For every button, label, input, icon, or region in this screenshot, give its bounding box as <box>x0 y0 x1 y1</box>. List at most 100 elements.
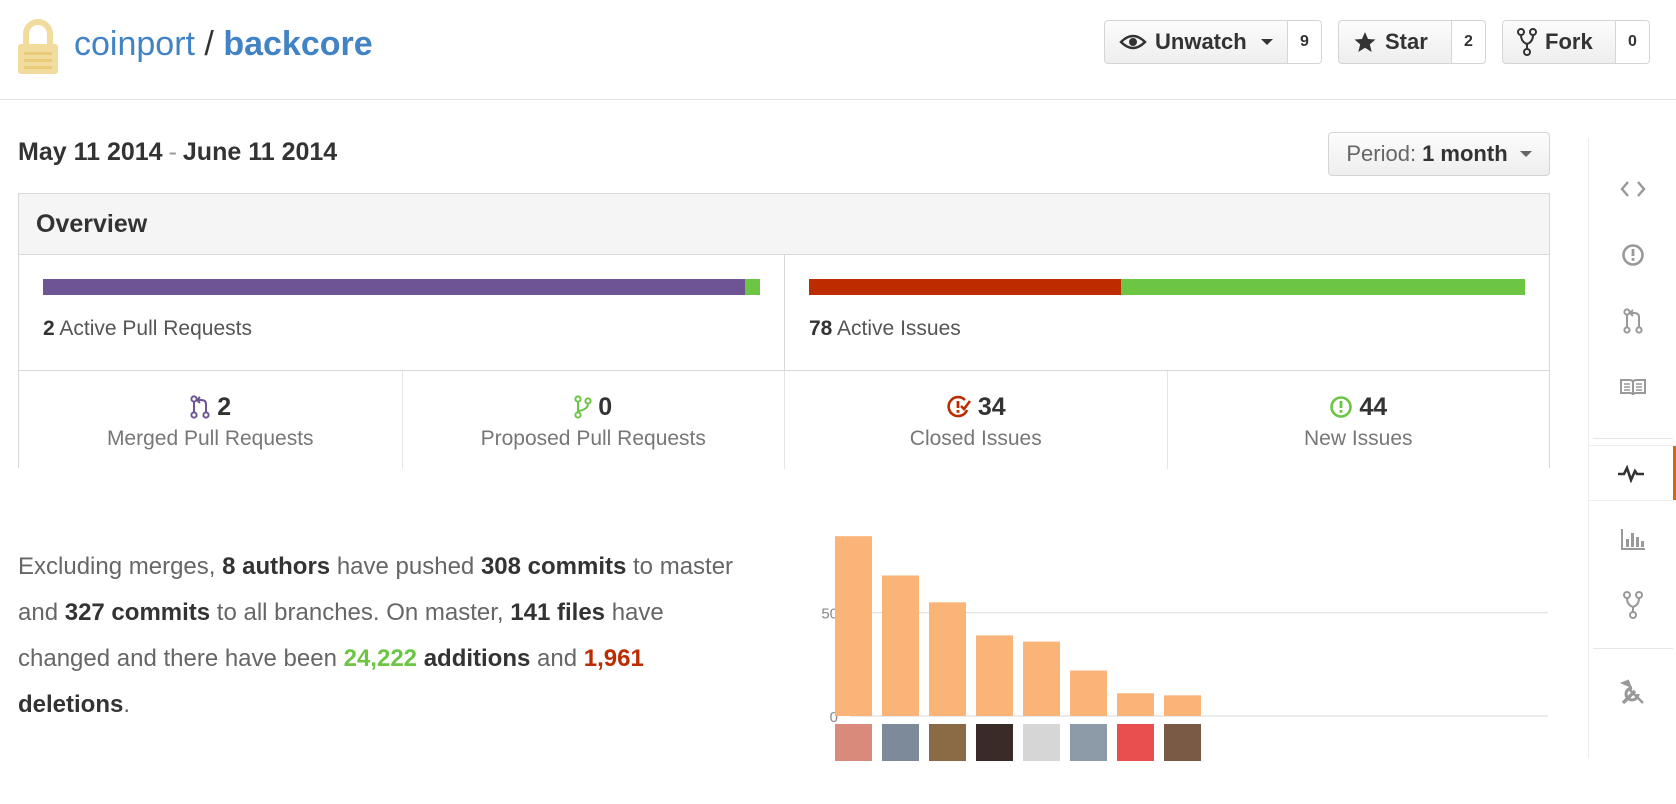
nav-pull-requests[interactable] <box>1589 294 1676 348</box>
merged-pr-segment <box>43 279 745 295</box>
active-issues: 78 Active Issues <box>809 317 1525 341</box>
star-label: Star <box>1385 29 1428 54</box>
additions-label: additions <box>423 645 531 672</box>
chevron-down-icon <box>1260 39 1273 45</box>
author-commits-bar[interactable] <box>1070 670 1107 716</box>
authors-count: 8 authors <box>222 553 331 580</box>
date-separator: - <box>168 138 177 166</box>
author-commits-bar[interactable] <box>929 602 966 716</box>
new-issues-stat[interactable]: 44 New Issues <box>1166 371 1550 469</box>
deletions-count: 1,961 <box>583 645 644 672</box>
additions-count: 24,222 <box>343 645 418 672</box>
author-commits-bar[interactable] <box>1117 693 1154 716</box>
chevron-down-icon <box>1519 151 1532 157</box>
merged-pull-requests-count: 2 <box>217 392 232 421</box>
new-issues-label: New Issues <box>1303 427 1413 450</box>
watch-button-group: Unwatch 9 <box>1104 20 1322 64</box>
unwatch-button[interactable]: Unwatch <box>1104 20 1288 64</box>
merged-pull-requests-label: Merged Pull Requests <box>106 427 314 450</box>
commits-by-author-chart: 050 <box>821 536 1548 761</box>
fork-button[interactable]: Fork <box>1502 20 1616 64</box>
master-commits-count: 308 commits <box>480 553 627 580</box>
avatar[interactable] <box>882 724 919 761</box>
avatar[interactable] <box>929 724 966 761</box>
issues-summary[interactable]: 78 Active Issues <box>784 255 1549 370</box>
active-pull-requests-label: Active Pull Requests <box>59 317 252 340</box>
nav-graphs[interactable] <box>1589 512 1676 566</box>
overview-stats: 2 Merged Pull Requests 0 Proposed Pull R… <box>19 371 1549 469</box>
author-commits-bar[interactable] <box>882 575 919 716</box>
proposed-pull-requests-label: Proposed Pull Requests <box>480 427 706 450</box>
deletions-label: deletions <box>18 691 124 718</box>
repo-header: coinport / backcore Unwatch 9 Star 2 For… <box>0 0 1676 100</box>
new-issue-icon <box>1330 396 1353 418</box>
date-start: May 11 2014 <box>18 138 163 166</box>
commit-summary: Excluding merges, 8 authors have pushed … <box>18 544 748 728</box>
author-commits-bar[interactable] <box>835 536 872 716</box>
overview-title: Overview <box>19 194 1549 255</box>
unwatch-label: Unwatch <box>1155 29 1247 54</box>
proposed-pull-requests-stat[interactable]: 0 Proposed Pull Requests <box>401 371 785 469</box>
nav-settings[interactable] <box>1589 666 1676 720</box>
author-commits-bar[interactable] <box>1023 641 1060 716</box>
new-issues-count: 44 <box>1359 392 1388 421</box>
date-range: May 11 2014- June 11 2014 <box>18 138 337 167</box>
avatar[interactable] <box>835 724 872 761</box>
nav-pulse[interactable] <box>1589 446 1676 500</box>
closed-issue-icon <box>947 395 971 418</box>
overview-summary: 2 Active Pull Requests 78 Active Issues <box>19 255 1549 371</box>
closed-issues-stat[interactable]: 34 Closed Issues <box>784 371 1167 469</box>
active-issues-count: 78 <box>809 317 833 340</box>
avatar[interactable] <box>1117 724 1154 761</box>
graphs-icon <box>1621 529 1645 550</box>
eye-icon <box>1119 34 1147 50</box>
proposed-pr-segment <box>744 279 760 295</box>
fork-button-group: Fork 0 <box>1502 20 1650 64</box>
fork-label: Fork <box>1545 29 1593 54</box>
avatar[interactable] <box>976 724 1013 761</box>
files-changed-count: 141 files <box>510 599 606 626</box>
repo-title: coinport / backcore <box>74 22 373 66</box>
pulse-icon <box>1618 464 1644 483</box>
star-icon <box>1354 32 1376 52</box>
avatar[interactable] <box>1070 724 1107 761</box>
avatar[interactable] <box>1023 724 1060 761</box>
merged-pr-icon <box>190 395 210 419</box>
active-pull-requests: 2 Active Pull Requests <box>43 317 760 341</box>
star-button-group: Star 2 <box>1338 20 1486 64</box>
date-end: June 11 2014 <box>182 138 338 166</box>
new-issues-segment <box>1121 279 1525 295</box>
pull-requests-summary[interactable]: 2 Active Pull Requests <box>19 255 784 370</box>
repo-sidebar-nav <box>1588 138 1676 758</box>
avatar[interactable] <box>1164 724 1201 761</box>
closed-issues-label: Closed Issues <box>909 427 1042 450</box>
period-label: Period: <box>1346 141 1417 166</box>
stargazers-count[interactable]: 2 <box>1452 20 1486 64</box>
fork-icon <box>1517 28 1537 56</box>
nav-code[interactable] <box>1589 162 1676 216</box>
watchers-count[interactable]: 9 <box>1288 20 1322 64</box>
merged-pull-requests-stat[interactable]: 2 Merged Pull Requests <box>19 371 402 469</box>
closed-issues-count: 34 <box>977 392 1006 421</box>
repo-name-link[interactable]: backcore <box>223 25 372 63</box>
author-commits-bar[interactable] <box>976 635 1013 716</box>
nav-separator <box>1593 438 1673 439</box>
nav-separator <box>1593 648 1673 649</box>
pull-requests-icon <box>1623 308 1643 334</box>
nav-issues[interactable] <box>1589 228 1676 282</box>
summary-text: . <box>123 691 131 718</box>
summary-text: Excluding merges, <box>18 553 216 580</box>
repo-title-separator: / <box>204 25 214 63</box>
active-issues-label: Active Issues <box>837 317 961 340</box>
star-button[interactable]: Star <box>1338 20 1452 64</box>
closed-issues-segment <box>809 279 1122 295</box>
summary-text: have pushed <box>336 553 475 580</box>
issues-bar <box>809 279 1525 295</box>
author-commits-bar[interactable] <box>1164 695 1201 716</box>
nav-wiki[interactable] <box>1589 360 1676 414</box>
repo-owner-link[interactable]: coinport <box>74 25 195 63</box>
nav-network[interactable] <box>1589 578 1676 632</box>
period-selector[interactable]: Period: 1 month <box>1328 132 1550 176</box>
active-pull-requests-count: 2 <box>43 317 55 340</box>
forks-count[interactable]: 0 <box>1616 20 1650 64</box>
